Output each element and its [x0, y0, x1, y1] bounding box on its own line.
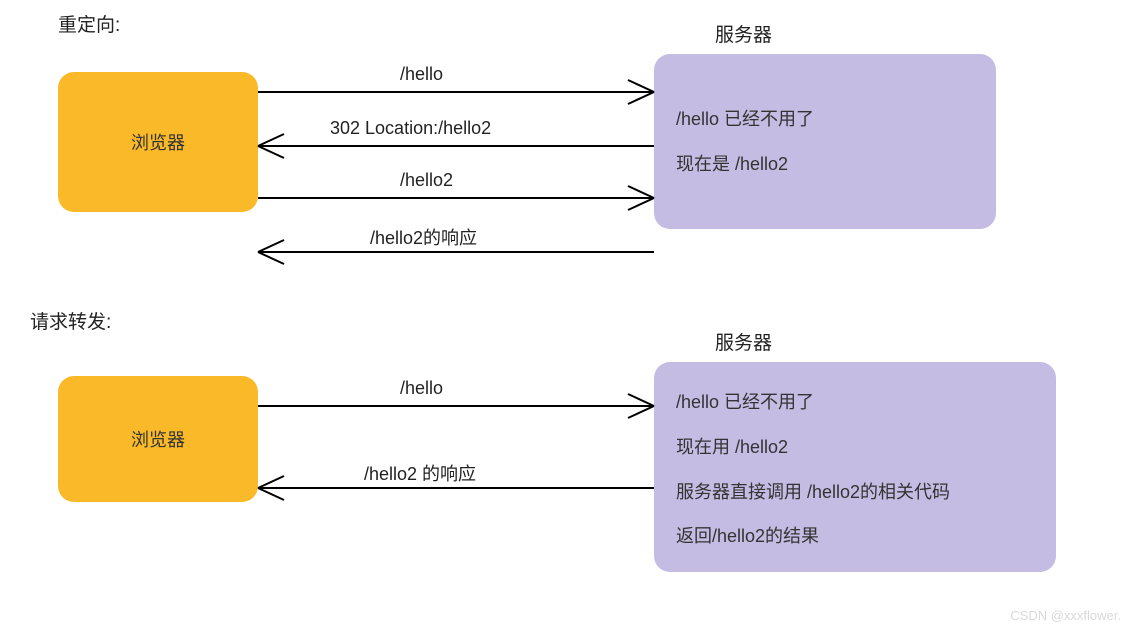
browser-box-2: 浏览器: [58, 376, 258, 502]
server2-text2: 现在用 /hello2: [676, 433, 1034, 462]
arrow5-label: /hello: [400, 378, 443, 399]
arrow4-label: /hello2的响应: [370, 224, 477, 250]
server2-text1: /hello 已经不用了: [676, 388, 1034, 417]
server-box-2: /hello 已经不用了 现在用 /hello2 服务器直接调用 /hello2…: [654, 362, 1056, 572]
watermark: CSDN @xxxflower.: [1010, 608, 1121, 623]
server-label-2: 服务器: [715, 328, 772, 355]
browser-box-1: 浏览器: [58, 72, 258, 212]
server-label-1: 服务器: [715, 20, 772, 47]
arrow6-label: /hello2 的响应: [364, 460, 476, 486]
server-box-1: /hello 已经不用了 现在是 /hello2: [654, 54, 996, 229]
browser-label-2: 浏览器: [131, 426, 185, 452]
server1-text2: 现在是 /hello2: [676, 150, 974, 179]
server1-text1: /hello 已经不用了: [676, 105, 974, 134]
arrow2-label: 302 Location:/hello2: [330, 118, 491, 139]
arrow1-label: /hello: [400, 64, 443, 85]
server2-text3: 服务器直接调用 /hello2的相关代码: [676, 478, 1034, 507]
section2-title: 请求转发:: [30, 307, 111, 334]
arrow3-label: /hello2: [400, 170, 453, 191]
section1-title: 重定向:: [58, 10, 120, 37]
server2-text4: 返回/hello2的结果: [676, 522, 1034, 551]
browser-label-1: 浏览器: [131, 129, 185, 155]
